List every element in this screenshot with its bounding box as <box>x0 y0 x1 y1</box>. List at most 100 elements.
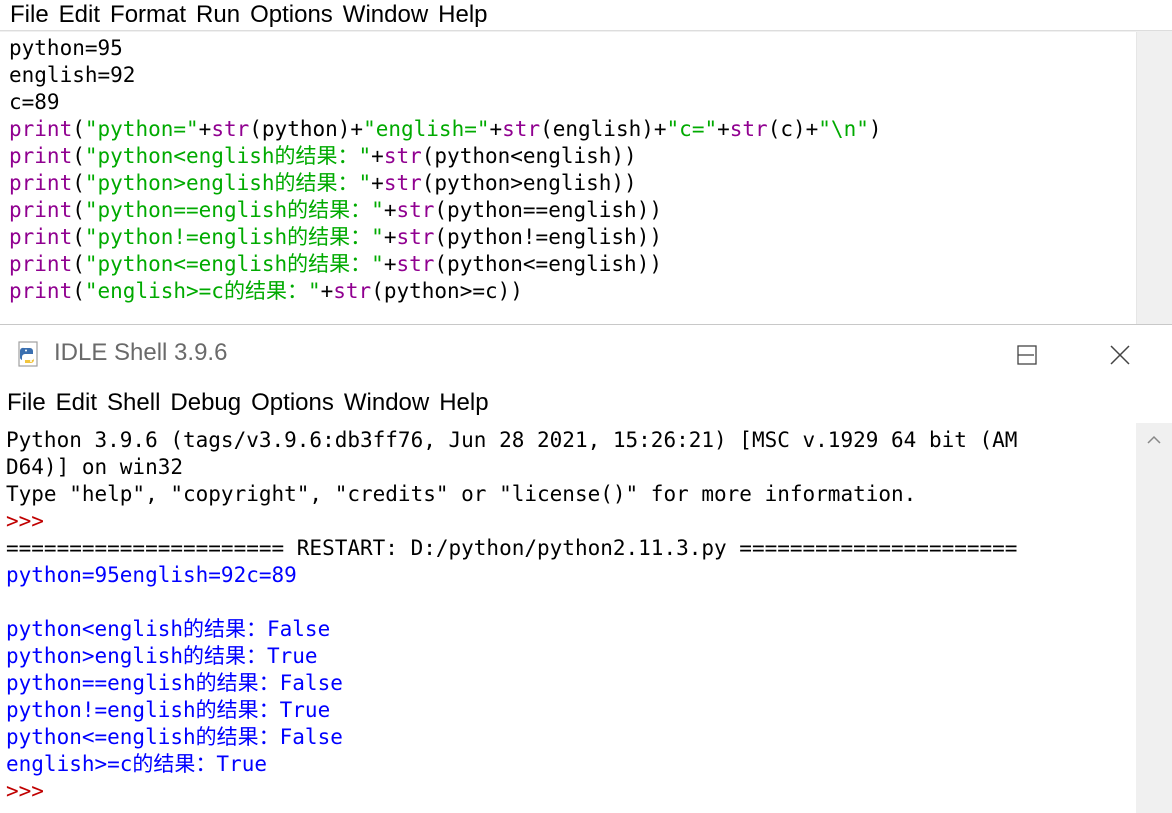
shell-window: IDLE Shell 3.9.6 File Edit Shell Debug O… <box>0 324 1172 813</box>
shell-menu-edit[interactable]: Edit <box>51 389 102 417</box>
editor-menu-format[interactable]: Format <box>105 1 191 29</box>
code-token: (c)+ <box>767 117 819 141</box>
shell-line: >>> <box>6 508 1136 535</box>
code-line: english=92 <box>9 62 1136 89</box>
string-token: "python>english的结果：" <box>84 171 372 195</box>
string-token: "python==english的结果：" <box>84 198 384 222</box>
code-token: + <box>371 144 384 168</box>
string-token: "python<=english的结果：" <box>84 252 384 276</box>
editor-text-area[interactable]: python=95 english=92 c=89 print("python="+s… <box>0 32 1137 324</box>
keyword-token: print <box>9 117 73 141</box>
code-token: ====================== RESTART: D:/pytho… <box>6 536 1018 560</box>
output-text: python<english的结果：False <box>6 617 331 641</box>
shell-menu-options[interactable]: Options <box>246 389 339 417</box>
editor-menu-help[interactable]: Help <box>433 1 492 29</box>
shell-output: Python 3.9.6 (tags/v3.9.6:db3ff76, Jun 2… <box>0 423 1136 805</box>
code-token: + <box>489 117 503 141</box>
shell-menu-file[interactable]: File <box>0 389 51 417</box>
code-line: print("python="+str(python)+"english="+s… <box>9 116 1136 143</box>
code-token: ( <box>72 279 85 303</box>
shell-titlebar[interactable]: IDLE Shell 3.9.6 <box>0 325 1172 385</box>
shell-prompt: >>> <box>6 779 44 803</box>
code-line: print("python!=english的结果："+str(python!=… <box>9 224 1136 251</box>
code-line: print("python==english的结果："+str(python==… <box>9 197 1136 224</box>
code-token: (python<english)) <box>421 144 637 168</box>
code-token: D64)] on win32 <box>6 455 184 479</box>
code-token: ( <box>72 225 85 249</box>
shell-menu-help[interactable]: Help <box>434 389 493 417</box>
editor-scrollbar[interactable] <box>1137 32 1172 324</box>
code-token: + <box>198 117 212 141</box>
string-token: "python!=english的结果：" <box>84 225 384 249</box>
code-line: print("python<english的结果："+str(python<en… <box>9 143 1136 170</box>
editor-menu-options[interactable]: Options <box>245 1 338 29</box>
shell-menu-shell[interactable]: Shell <box>102 389 165 417</box>
output-text: python>english的结果：True <box>6 644 318 668</box>
editor-menu-edit[interactable]: Edit <box>54 1 105 29</box>
code-token: english=92 <box>9 63 136 87</box>
keyword-token: str <box>396 252 435 276</box>
string-token: "\n" <box>818 117 869 141</box>
code-token: + <box>383 252 397 276</box>
code-line: print("python>english的结果："+str(python>en… <box>9 170 1136 197</box>
keyword-token: str <box>211 117 250 141</box>
code-token: + <box>371 171 384 195</box>
string-token: "c=" <box>666 117 718 141</box>
code-token: (python>english)) <box>421 171 637 195</box>
code-token: Python 3.9.6 (tags/v3.9.6:db3ff76, Jun 2… <box>6 428 1018 452</box>
keyword-token: str <box>729 117 768 141</box>
code-token: ( <box>72 198 85 222</box>
shell-line: ====================== RESTART: D:/pytho… <box>6 535 1136 562</box>
shell-line: python<english的结果：False <box>6 616 1136 643</box>
shell-line: python!=english的结果：True <box>6 697 1136 724</box>
code-token: + <box>320 279 334 303</box>
keyword-token: print <box>9 171 73 195</box>
code-token: ( <box>72 171 85 195</box>
output-text: python==english的结果：False <box>6 671 343 695</box>
editor-menu-window[interactable]: Window <box>338 1 433 29</box>
editor-menu-run[interactable]: Run <box>191 1 245 29</box>
maximize-icon[interactable] <box>1007 335 1047 375</box>
shell-menubar: File Edit Shell Debug Options Window Hel… <box>0 387 1172 419</box>
code-token: (python>=c)) <box>371 279 523 303</box>
output-text: python=95english=92c=89 <box>6 563 297 587</box>
string-token: "python=" <box>84 117 199 141</box>
scroll-up-icon[interactable] <box>1146 435 1162 445</box>
keyword-token: str <box>333 279 372 303</box>
code-token: (python)+ <box>249 117 364 141</box>
keyword-token: print <box>9 198 73 222</box>
shell-scrollbar[interactable] <box>1136 423 1172 813</box>
output-text: english>=c的结果：True <box>6 752 268 776</box>
string-token: "english>=c的结果：" <box>84 279 321 303</box>
string-token: "python<english的结果：" <box>84 144 372 168</box>
shell-line: python=95english=92c=89 <box>6 562 1136 589</box>
code-token: ( <box>72 252 85 276</box>
code-token: (python<=english)) <box>434 252 662 276</box>
code-token: + <box>383 225 397 249</box>
window-title: IDLE Shell 3.9.6 <box>54 339 228 366</box>
output-text: python!=english的结果：True <box>6 698 331 722</box>
editor-menubar: File Edit Format Run Options Window Help <box>0 0 1172 31</box>
close-icon[interactable] <box>1100 335 1140 375</box>
shell-menu-debug[interactable]: Debug <box>165 389 246 417</box>
keyword-token: str <box>383 171 422 195</box>
output-text: python<=english的结果：False <box>6 725 343 749</box>
code-token: Type "help", "copyright", "credits" or "… <box>6 482 917 506</box>
keyword-token: str <box>396 198 435 222</box>
code-token: (english)+ <box>540 117 667 141</box>
editor-menu-file[interactable]: File <box>0 1 54 29</box>
code-line: python=95 <box>9 35 1136 62</box>
keyword-token: str <box>502 117 541 141</box>
keyword-token: str <box>383 144 422 168</box>
code-token: c=89 <box>9 90 60 114</box>
shell-menu-window[interactable]: Window <box>339 389 434 417</box>
shell-line: Type "help", "copyright", "credits" or "… <box>6 481 1136 508</box>
shell-line: python<=english的结果：False <box>6 724 1136 751</box>
python-feather-icon <box>18 341 38 367</box>
shell-text-area[interactable]: Python 3.9.6 (tags/v3.9.6:db3ff76, Jun 2… <box>0 423 1136 813</box>
code-token: + <box>717 117 730 141</box>
string-token: "english=" <box>363 117 490 141</box>
code-token: (python==english)) <box>434 198 662 222</box>
keyword-token: print <box>9 225 73 249</box>
